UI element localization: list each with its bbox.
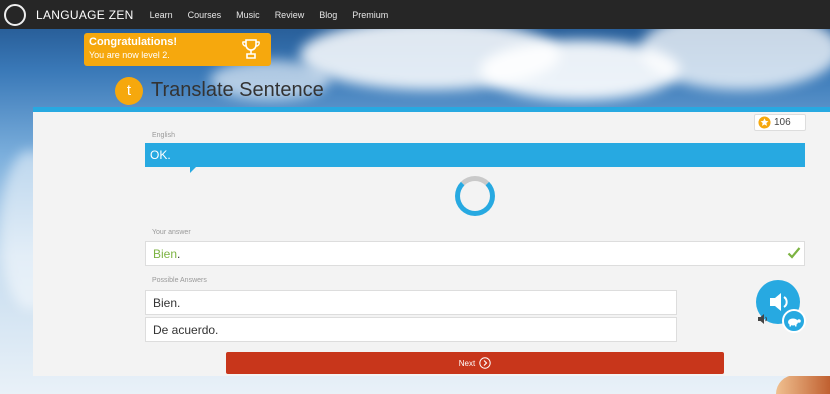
nav-link-review[interactable]: Review [275,10,305,20]
prompt-language-label: English [152,132,175,139]
page-title: Translate Sentence [151,79,324,101]
possible-answers-label: Possible Answers [152,277,207,284]
loading-spinner [455,176,495,216]
answer-word: Bien [153,246,178,261]
background-photo-figure [776,375,830,394]
answer-label: Your answer [152,229,191,236]
trophy-icon [242,39,260,59]
brand-name[interactable]: LANGUAGE ZEN [36,8,134,22]
prompt-sentence: OK. [145,143,805,167]
nav-link-learn[interactable]: Learn [150,10,173,20]
check-icon [787,247,801,259]
nav-link-music[interactable]: Music [236,10,260,20]
top-navbar: LANGUAGE ZEN Learn Courses Music Review … [0,0,830,29]
answer-punctuation: . [177,246,181,261]
level-up-banner: Congratulations! You are now level 2. [84,33,271,66]
slow-audio-button[interactable] [782,309,806,333]
volume-icon[interactable] [757,313,769,325]
chevron-right-circle-icon [479,357,491,369]
nav-link-courses[interactable]: Courses [188,10,222,20]
star-icon [758,116,771,129]
prompt-pointer [190,166,197,173]
score-value: 106 [774,117,791,128]
next-label: Next [458,358,476,368]
possible-answer-item: De acuerdo. [145,317,677,342]
nav-link-blog[interactable]: Blog [319,10,337,20]
turtle-icon [788,318,801,327]
lesson-type-badge: t [115,77,143,105]
logo-icon[interactable] [4,3,26,26]
score-badge: 106 [754,114,806,131]
answer-input[interactable]: Bien. [145,241,805,266]
possible-answer-item: Bien. [145,290,677,315]
next-button[interactable]: Next [226,352,724,374]
nav-link-premium[interactable]: Premium [352,10,388,20]
